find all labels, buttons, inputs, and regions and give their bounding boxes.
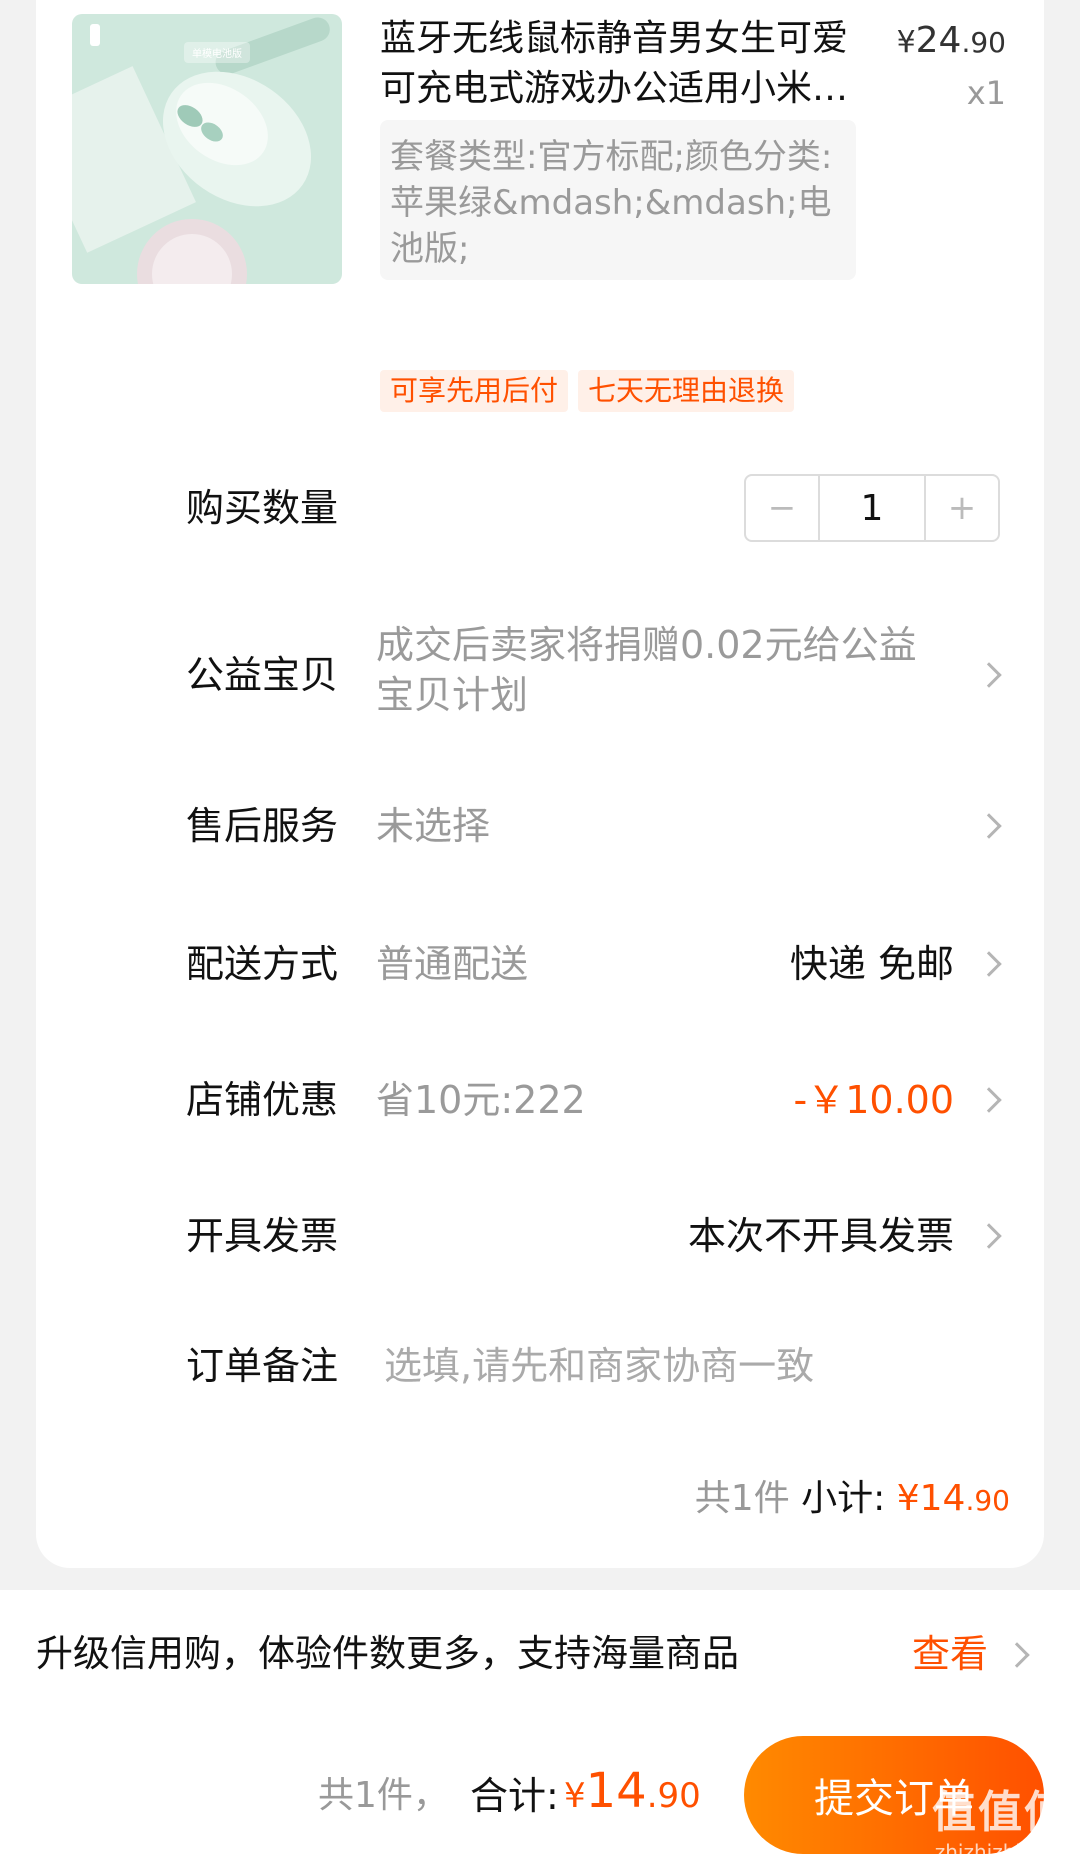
upgrade-text: 升级信用购，体验件数更多，支持海量商品 <box>36 1632 739 1675</box>
subtotal-integer: 14 <box>919 1478 966 1519</box>
product-thumbnail[interactable]: 单模电池版 <box>72 14 342 284</box>
charity-label: 公益宝贝 <box>186 653 339 697</box>
quantity-label: 购买数量 <box>186 486 339 530</box>
price-decimal: .90 <box>961 26 1006 59</box>
total-decimal: .90 <box>646 1776 701 1816</box>
after-sales-desc: 未选择 <box>376 804 491 848</box>
note-label: 订单备注 <box>186 1344 339 1388</box>
discount-value: -￥10.00 <box>793 1078 955 1122</box>
total-integer: 14 <box>585 1763 647 1819</box>
quantity-stepper[interactable]: − 1 + <box>744 474 1000 542</box>
subtotal-decimal: .90 <box>965 1484 1010 1517</box>
chevron-right-icon <box>976 951 1002 977</box>
chevron-right-icon <box>976 662 1002 688</box>
upgrade-banner[interactable]: 升级信用购，体验件数更多，支持海量商品 查看 <box>0 1590 1080 1720</box>
sku-description[interactable]: 套餐类型:官方标配;颜色分类:苹果绿&mdash;&mdash;电池版; <box>380 120 856 280</box>
discount-desc: 省10元:222 <box>376 1078 586 1122</box>
price-integer: 24 <box>915 20 962 61</box>
tag-seven-day-return: 七天无理由退换 <box>578 370 795 412</box>
tag-pay-later: 可享先用后付 <box>380 370 569 412</box>
total-label: 合计: <box>470 1774 559 1818</box>
delivery-label: 配送方式 <box>186 942 339 986</box>
delivery-desc: 普通配送 <box>376 942 529 986</box>
product-title[interactable]: 蓝牙无线鼠标静音男女生可爱可充电式游戏办公适用小米… <box>380 14 870 114</box>
row-invoice[interactable]: 开具发票 本次不开具发票 <box>0 1196 1080 1276</box>
chevron-right-icon <box>976 1087 1002 1113</box>
discount-label: 店铺优惠 <box>186 1078 339 1122</box>
row-after-sales[interactable]: 售后服务 未选择 <box>0 786 1080 866</box>
price-currency: ¥ <box>896 25 916 60</box>
after-sales-label: 售后服务 <box>186 804 339 848</box>
charity-desc: 成交后卖家将捐赠0.02元给公益宝贝计划 <box>376 623 917 717</box>
chevron-right-icon <box>1004 1642 1030 1668</box>
row-charity[interactable]: 公益宝贝 成交后卖家将捐赠0.02元给公益宝贝计划 <box>0 620 1080 730</box>
subtotal-count: 共1件 <box>694 1478 790 1519</box>
subtotal-amount: ¥14.90 <box>897 1478 1010 1519</box>
watermark-logo: 值值值 <box>932 1787 1070 1838</box>
row-order-note: 订单备注 选填,请先和商家协商一致 <box>0 1326 1080 1406</box>
chevron-right-icon <box>976 813 1002 839</box>
decrement-button[interactable]: − <box>746 476 818 540</box>
row-shop-discount[interactable]: 店铺优惠 省10元:222 -￥10.00 <box>0 1060 1080 1140</box>
subtotal-label: 小计: <box>801 1478 886 1519</box>
quantity-value[interactable]: 1 <box>818 476 926 540</box>
footer-count: 共1件， <box>318 1775 449 1816</box>
site-watermark: 值值值 zhizhizhi.com <box>932 1776 1070 1864</box>
watermark-url: zhizhizhi.com <box>934 1840 1070 1864</box>
upgrade-view-link[interactable]: 查看 <box>912 1626 988 1682</box>
subtotal: 共1件 小计: ¥14.90 <box>695 1474 1010 1526</box>
total-currency: ¥ <box>564 1776 586 1816</box>
thumb-badge: 单模电池版 <box>184 42 250 63</box>
row-delivery[interactable]: 配送方式 普通配送 快递 免邮 <box>0 924 1080 1004</box>
checkout-bar: 共1件， 合计: ¥14.90 提交订单 值值值 zhizhizhi.com <box>0 1720 1080 1872</box>
invoice-label: 开具发票 <box>186 1214 339 1258</box>
chevron-right-icon <box>976 1223 1002 1249</box>
delivery-value: 快递 免邮 <box>789 942 954 986</box>
product-quantity: x1 <box>966 74 1006 112</box>
increment-button[interactable]: + <box>926 476 998 540</box>
product-price: ¥24.90 <box>897 20 1006 61</box>
total-amount: ¥14.90 <box>564 1756 701 1831</box>
subtotal-currency: ¥ <box>896 1478 920 1519</box>
invoice-value: 本次不开具发票 <box>687 1214 954 1258</box>
order-note-input[interactable]: 选填,请先和商家协商一致 <box>384 1326 814 1406</box>
service-tags: 可享先用后付 七天无理由退换 <box>380 370 795 412</box>
